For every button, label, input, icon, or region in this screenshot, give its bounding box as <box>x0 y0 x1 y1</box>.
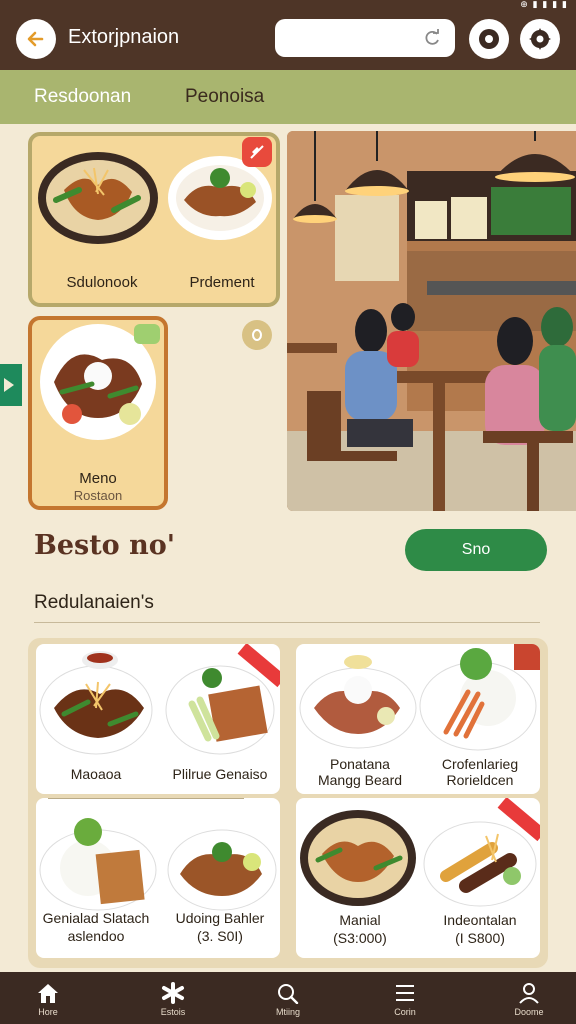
dish-name: Manial <box>339 912 381 928</box>
refresh-icon[interactable] <box>421 27 443 49</box>
dish-subtitle: (I S800) <box>455 930 505 946</box>
bottom-navigation: Hore Estois Mtiing Corin Doome <box>0 972 576 1024</box>
dish-subtitle: Mangg Beard <box>317 772 403 788</box>
menu-grid: Maoaoa Plilrue Genaiso Ponatana Mangg Be… <box>28 638 548 968</box>
dish-name: Indeontalan <box>443 912 517 928</box>
nav-list[interactable]: Corin <box>365 972 445 1024</box>
nav-label: Mtiing <box>275 1007 300 1017</box>
search-bar[interactable] <box>275 19 455 57</box>
nav-label: Estois <box>160 1007 186 1017</box>
info-badge[interactable] <box>242 320 272 350</box>
dish-name: Ponatana <box>330 756 390 772</box>
search-icon <box>278 984 299 1004</box>
see-all-button[interactable]: Sno <box>405 529 547 571</box>
divider <box>48 798 244 799</box>
asterisk-icon <box>162 982 184 1004</box>
divider <box>34 622 540 623</box>
back-button[interactable] <box>16 19 56 59</box>
dish-subtitle: (S3:000) <box>333 930 387 946</box>
dish-label: Sdulonook <box>66 274 138 291</box>
arrow-left-icon <box>27 31 44 47</box>
side-drawer-handle[interactable] <box>0 364 22 406</box>
page-title: Extorjpnaion <box>68 26 180 48</box>
search-input[interactable] <box>287 30 421 46</box>
dish-name: Udoing Bahler <box>175 910 265 926</box>
status-icons: ⊕ ▮ ▮ ▮ ▮ <box>520 0 568 10</box>
status-bar: ⊕ ▮ ▮ ▮ ▮ <box>0 0 576 12</box>
featured-menu-card[interactable]: Meno Rostaon <box>28 316 168 510</box>
restaurant-photo <box>287 131 576 511</box>
dish-image <box>39 818 277 911</box>
app-header: Extorjpnaion <box>0 12 576 70</box>
section-title: Besto no' <box>34 530 175 561</box>
dish-label: Prdement <box>189 274 255 291</box>
home-icon <box>38 984 58 1003</box>
menu-tile[interactable]: Manial (S3:000) Indeontalan (I S800) <box>296 798 540 958</box>
menu-card-name: Meno <box>79 470 117 487</box>
list-icon <box>396 985 414 1001</box>
dish-name: Maoaoa <box>70 766 122 782</box>
sub-navigation: Resdoonan Peonoisa <box>0 70 576 124</box>
tab-promotions[interactable]: Peonoisa <box>185 86 264 108</box>
nav-label: Corin <box>394 1007 416 1017</box>
mute-icon <box>250 145 264 159</box>
dish-image <box>299 644 540 751</box>
tab-restaurants[interactable]: Resdoonan <box>34 86 131 108</box>
section-subheading: Redulanaien's <box>34 592 154 613</box>
dish-image <box>39 651 275 755</box>
person-icon <box>519 983 539 1004</box>
settings-button[interactable] <box>520 19 560 59</box>
dish-subtitle: (3. S0I) <box>197 928 243 944</box>
menu-tile[interactable]: Ponatana Mangg Beard Crofenlarieg Roriel… <box>296 644 540 794</box>
nav-profile[interactable]: Doome <box>489 972 569 1024</box>
promo-badge[interactable] <box>242 137 272 167</box>
restaurant-interior-image <box>287 131 576 511</box>
dish-image <box>300 810 537 907</box>
menu-card-price: Rostaon <box>73 488 123 503</box>
dish-subtitle: Rorieldcen <box>446 772 514 788</box>
circle-icon <box>252 329 262 341</box>
nav-label: Doome <box>514 1007 544 1017</box>
nav-home[interactable]: Hore <box>8 972 88 1024</box>
nav-label: Hore <box>38 1007 58 1017</box>
dish-image <box>40 324 160 440</box>
dish-name: Plilrue Genaiso <box>172 766 268 782</box>
menu-tile[interactable]: Maoaoa Plilrue Genaiso <box>36 644 280 794</box>
record-icon <box>479 29 499 49</box>
dish-name: Crofenlarieg <box>441 756 519 772</box>
gear-icon <box>529 28 551 50</box>
dish-name: Genialad Slatach <box>42 910 150 926</box>
menu-tile[interactable]: Genialad Slatach aslendoo Udoing Bahler … <box>36 798 280 958</box>
dish-subtitle: aslendoo <box>67 928 125 944</box>
nav-search[interactable]: Mtiing <box>248 972 328 1024</box>
nav-explore[interactable]: Estois <box>133 972 213 1024</box>
record-button[interactable] <box>469 19 509 59</box>
